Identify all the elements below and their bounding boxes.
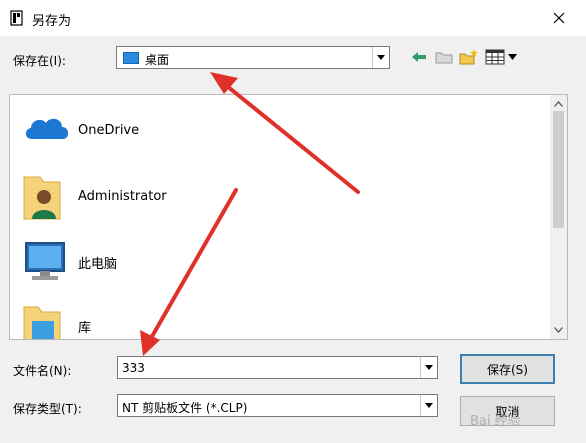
save-in-dropdown[interactable]: 桌面 (116, 46, 390, 69)
list-item[interactable]: 库 (18, 297, 318, 339)
chevron-down-icon[interactable] (372, 47, 389, 68)
filetype-label: 保存类型(T): (13, 402, 82, 416)
scroll-down-icon[interactable] (550, 323, 567, 337)
watermark: Bai 经验 (470, 414, 521, 429)
scrollbar-thumb[interactable] (553, 111, 564, 228)
close-icon (553, 12, 565, 24)
save-in-value: 桌面 (145, 53, 170, 67)
filename-label: 文件名(N): (13, 364, 72, 378)
save-button[interactable]: 保存(S) (460, 354, 555, 384)
view-menu-icon[interactable] (485, 47, 519, 67)
title-bar: 另存为 (0, 0, 586, 36)
file-name: OneDrive (78, 123, 140, 138)
close-button[interactable] (546, 6, 572, 30)
new-folder-icon[interactable] (459, 47, 479, 67)
scroll-up-icon[interactable] (550, 97, 567, 111)
file-name: Administrator (78, 189, 167, 204)
save-in-label: 保存在(I): (13, 54, 66, 68)
file-name: 此电脑 (78, 257, 118, 272)
window-title: 另存为 (32, 14, 72, 29)
desktop-icon (123, 52, 139, 64)
filename-input[interactable]: 333 (117, 356, 438, 379)
list-item[interactable]: 此电脑 (18, 233, 318, 289)
this-pc-icon (18, 233, 74, 289)
vertical-scrollbar[interactable] (550, 95, 567, 339)
list-item[interactable]: Administrator (18, 169, 318, 225)
file-name: 库 (78, 321, 92, 336)
filetype-value: NT 剪贴板文件 (*.CLP) (122, 401, 248, 415)
chevron-down-icon[interactable] (420, 357, 437, 378)
file-list[interactable]: OneDrive Administrator 此电脑 库 (9, 94, 568, 340)
chevron-down-icon[interactable] (420, 395, 437, 416)
user-folder-icon (18, 169, 74, 225)
list-item[interactable]: OneDrive (18, 103, 318, 159)
onedrive-icon (18, 103, 74, 159)
filetype-dropdown[interactable]: NT 剪贴板文件 (*.CLP) (117, 394, 438, 417)
dialog-icon (10, 10, 24, 26)
library-icon (18, 297, 74, 339)
up-folder-icon[interactable] (434, 47, 454, 67)
filename-value: 333 (122, 361, 145, 375)
back-icon[interactable] (410, 47, 428, 67)
